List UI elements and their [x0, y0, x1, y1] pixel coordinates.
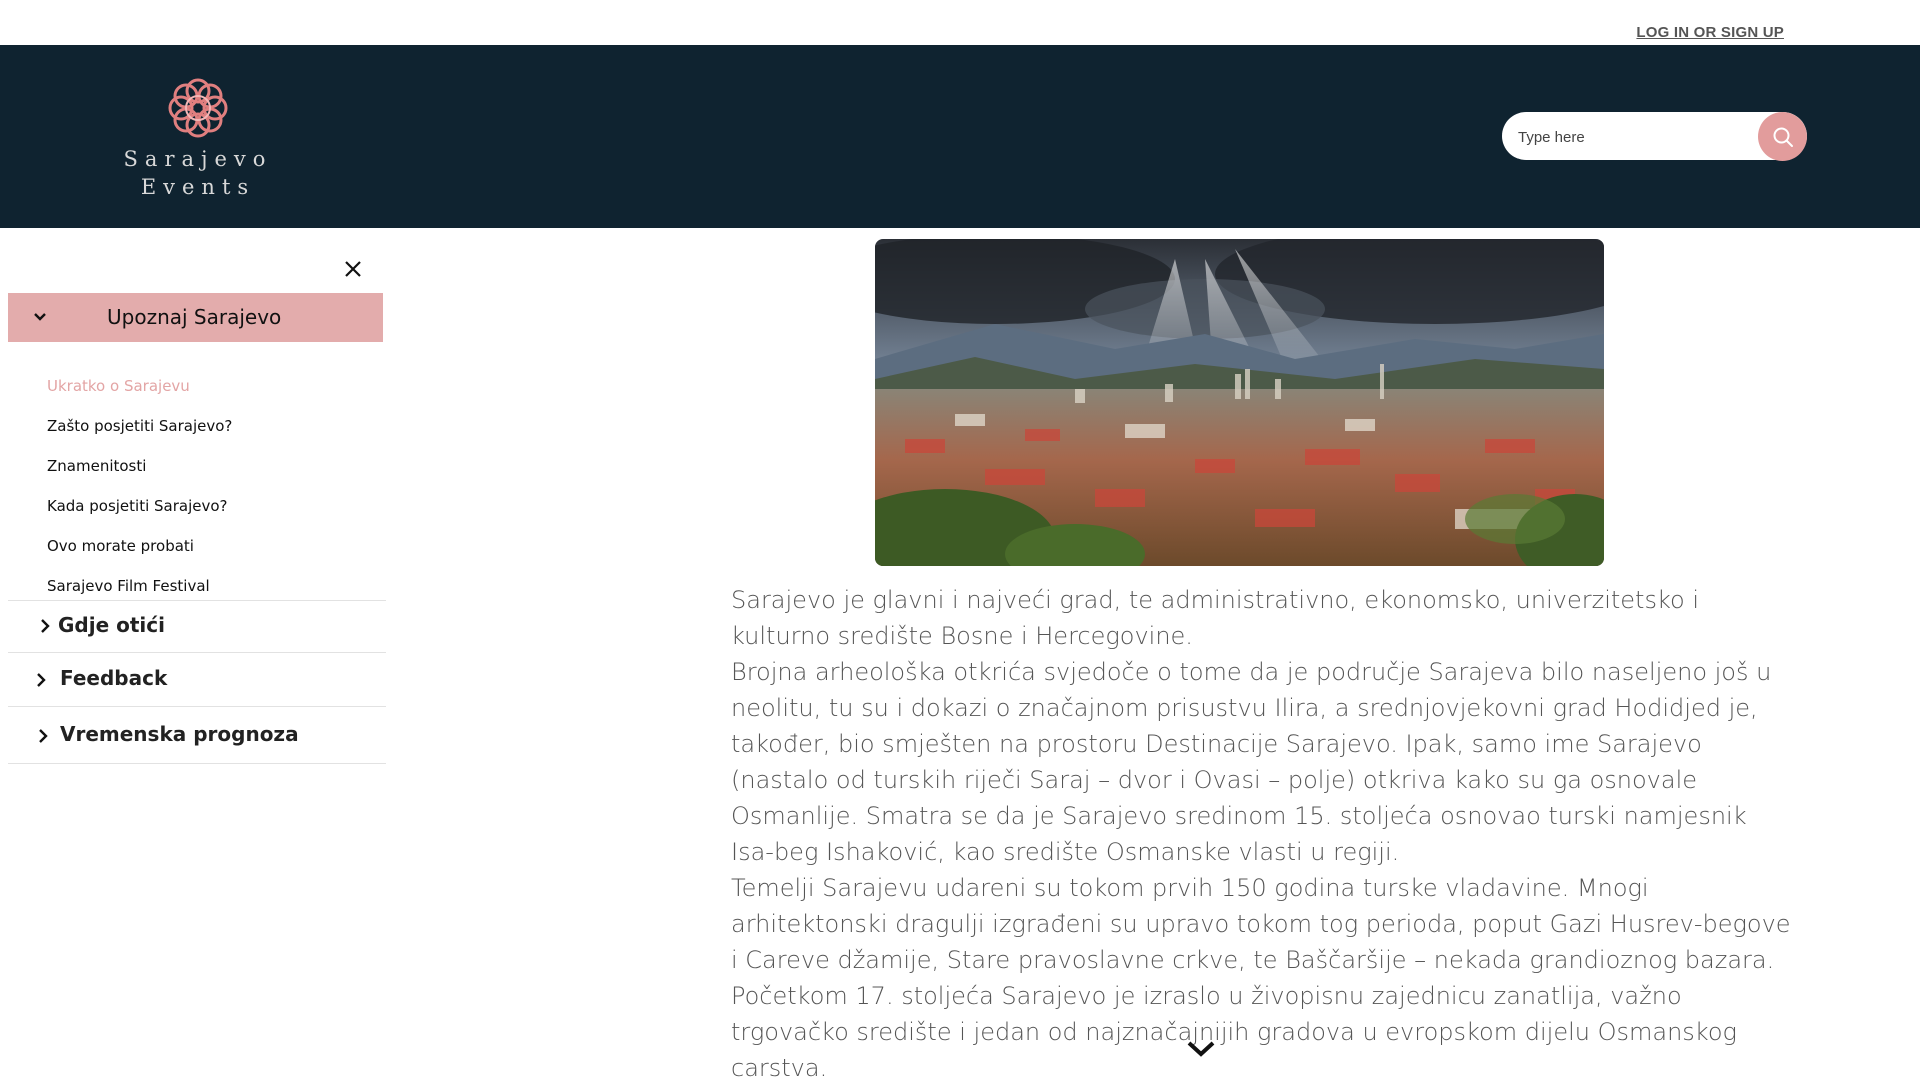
menu-section-label: Gdje otići [58, 613, 165, 637]
close-sidebar-button[interactable] [341, 257, 365, 281]
site-header: Sarajevo Events [0, 45, 1920, 228]
search-icon [1773, 127, 1793, 147]
chevron-right-icon [39, 729, 48, 743]
search-input[interactable] [1516, 112, 1750, 162]
knot-rosette-icon [168, 78, 228, 138]
menu-section-feedback[interactable]: Feedback [8, 652, 386, 707]
scroll-down-button[interactable] [1186, 1040, 1216, 1062]
submenu-item-kada-posjetiti[interactable]: Kada posjetiti Sarajevo? [47, 486, 232, 526]
submenu-item-ukratko[interactable]: Ukratko o Sarajevu [47, 366, 232, 406]
close-icon [345, 261, 361, 277]
submenu-list: Ukratko o Sarajevu Zašto posjetiti Saraj… [47, 366, 232, 606]
menu-section-label: Vremenska prognoza [60, 722, 299, 746]
brand-name-line1: Sarajevo [123, 147, 273, 171]
brand-logo[interactable]: Sarajevo Events [118, 73, 278, 203]
chevron-down-icon [34, 313, 46, 321]
top-bar: LOG IN OR SIGN UP [0, 0, 1920, 45]
menu-section-label: Upoznaj Sarajevo [107, 305, 282, 329]
article-paragraph: Brojna arheološka otkrića svjedoče o tom… [731, 658, 1772, 866]
submenu-item-znamenitosti[interactable]: Znamenitosti [47, 446, 232, 486]
submenu-item-ovo-morate-probati[interactable]: Ovo morate probati [47, 526, 232, 566]
article-paragraph: Temelji Sarajevu udareni su tokom prvih … [731, 874, 1791, 1082]
menu-section-gdje-otici[interactable]: Gdje otići [8, 600, 386, 653]
menu-section-label: Feedback [60, 666, 168, 690]
search-button[interactable] [1758, 112, 1807, 161]
chevron-right-icon [41, 619, 50, 633]
login-signup-link[interactable]: LOG IN OR SIGN UP [1636, 24, 1784, 41]
sarajevo-panorama-image [875, 239, 1604, 566]
article-paragraph: Sarajevo je glavni i najveći grad, te ad… [731, 586, 1699, 650]
menu-section-vremenska-prognoza[interactable]: Vremenska prognoza [8, 706, 386, 764]
article-body: Sarajevo je glavni i najveći grad, te ad… [731, 582, 1791, 1086]
chevron-down-icon [1187, 1041, 1215, 1057]
chevron-right-icon [37, 673, 46, 687]
menu-section-upoznaj-sarajevo[interactable]: Upoznaj Sarajevo [8, 293, 383, 342]
search-box [1502, 112, 1807, 162]
brand-name-line2: Events [140, 175, 256, 199]
submenu-item-zasto-posjetiti[interactable]: Zašto posjetiti Sarajevo? [47, 406, 232, 446]
